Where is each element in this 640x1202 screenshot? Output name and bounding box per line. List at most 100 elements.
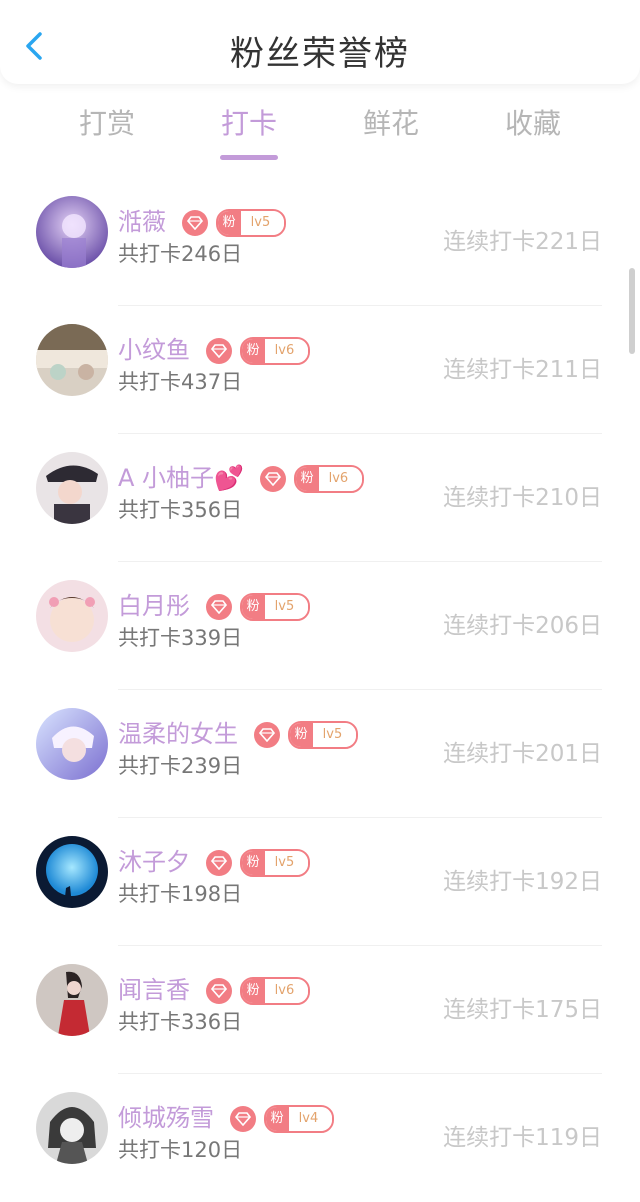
streak-checkin: 连续打卡206日 (443, 613, 602, 639)
fan-level-badge: 粉 lv6 (239, 977, 311, 1005)
fan-level-badge: 粉 lv6 (239, 337, 311, 365)
list-item[interactable]: 倾城殇雪 粉 lv4 共打卡120日 连续打卡119日 (0, 1074, 640, 1202)
list-item[interactable]: A 小柚子💕 粉 lv6 共打卡356日 连续打卡210日 (0, 434, 640, 562)
list-item[interactable]: 温柔的女生 粉 lv5 共打卡239日 连续打卡201日 (0, 690, 640, 818)
list-item[interactable]: 白月彤 粉 lv5 共打卡339日 连续打卡206日 (0, 562, 640, 690)
streak-checkin: 连续打卡175日 (443, 997, 602, 1023)
user-name-line: 白月彤 粉 lv5 (118, 586, 311, 621)
diamond-icon (181, 210, 208, 236)
level-label: lv6 (264, 339, 309, 363)
diamond-icon (205, 594, 232, 620)
user-name-line: A 小柚子💕 粉 lv6 (118, 458, 365, 493)
streak-checkin: 连续打卡211日 (443, 357, 602, 383)
emoji: 💕 (214, 464, 244, 492)
list-item[interactable]: 闻言香 粉 lv6 共打卡336日 连续打卡175日 (0, 946, 640, 1074)
level-label: lv5 (240, 211, 285, 235)
user-name: 湉薇 (118, 208, 166, 236)
list-item[interactable]: 湉薇 粉 lv5 共打卡246日 连续打卡221日 (0, 178, 640, 306)
total-checkin: 共打卡339日 (118, 626, 243, 650)
fan-level-badge: 粉 lv5 (239, 593, 311, 621)
badge-group: 粉 lv6 (205, 337, 311, 365)
fan-label: 粉 (241, 979, 265, 1003)
list-item[interactable]: 小纹鱼 粉 lv6 共打卡437日 连续打卡211日 (0, 306, 640, 434)
diamond-icon (229, 1106, 256, 1132)
user-name: 小纹鱼 (118, 336, 190, 364)
badge-group: 粉 lv5 (253, 721, 359, 749)
user-name: A 小柚子 (118, 464, 215, 492)
tab-label: 打卡 (220, 107, 277, 140)
level-label: lv5 (264, 595, 309, 619)
badge-group: 粉 lv5 (181, 209, 287, 237)
level-label: lv5 (264, 851, 309, 875)
scrollbar[interactable] (629, 268, 635, 354)
total-checkin: 共打卡198日 (118, 882, 243, 906)
user-name: 沐子夕 (118, 848, 190, 876)
user-name-line: 沐子夕 粉 lv5 (118, 842, 311, 877)
level-label: lv6 (318, 467, 363, 491)
fan-label: 粉 (265, 1107, 289, 1131)
level-label: lv4 (288, 1107, 333, 1131)
diamond-icon (205, 850, 232, 876)
diamond-icon (205, 978, 232, 1004)
level-label: lv6 (264, 979, 309, 1003)
level-label: lv5 (312, 723, 357, 747)
tab-flowers[interactable]: 鲜花 (336, 102, 446, 160)
streak-checkin: 连续打卡119日 (443, 1125, 602, 1151)
tab-checkin[interactable]: 打卡 (194, 102, 304, 160)
total-checkin: 共打卡437日 (118, 370, 243, 394)
streak-checkin: 连续打卡221日 (443, 229, 602, 255)
avatar[interactable] (36, 324, 108, 396)
fan-label: 粉 (289, 723, 313, 747)
fan-level-badge: 粉 lv5 (287, 721, 359, 749)
avatar[interactable] (36, 708, 108, 780)
fan-level-badge: 粉 lv6 (293, 465, 365, 493)
streak-checkin: 连续打卡201日 (443, 741, 602, 767)
tab-label: 鲜花 (362, 107, 419, 140)
list-item[interactable]: 沐子夕 粉 lv5 共打卡198日 连续打卡192日 (0, 818, 640, 946)
avatar[interactable] (36, 580, 108, 652)
user-name-line: 湉薇 粉 lv5 (118, 202, 287, 237)
fan-level-badge: 粉 lv5 (215, 209, 287, 237)
diamond-icon (205, 338, 232, 364)
avatar[interactable] (36, 1092, 108, 1164)
tab-favorites[interactable]: 收藏 (478, 102, 588, 160)
fan-label: 粉 (295, 467, 319, 491)
fan-label: 粉 (241, 339, 265, 363)
user-name-line: 闻言香 粉 lv6 (118, 970, 311, 1005)
avatar[interactable] (36, 452, 108, 524)
streak-checkin: 连续打卡210日 (443, 485, 602, 511)
total-checkin: 共打卡336日 (118, 1010, 243, 1034)
badge-group: 粉 lv4 (229, 1105, 335, 1133)
avatar[interactable] (36, 964, 108, 1036)
user-name-line: 小纹鱼 粉 lv6 (118, 330, 311, 365)
streak-checkin: 连续打卡192日 (443, 869, 602, 895)
fan-label: 粉 (241, 595, 265, 619)
fan-label: 粉 (241, 851, 265, 875)
total-checkin: 共打卡356日 (118, 498, 243, 522)
total-checkin: 共打卡239日 (118, 754, 243, 778)
page-title: 粉丝荣誉榜 (230, 34, 410, 74)
avatar[interactable] (36, 196, 108, 268)
badge-group: 粉 lv6 (259, 465, 365, 493)
top-bar: 粉丝荣誉榜 (0, 0, 640, 84)
user-name: 温柔的女生 (118, 720, 238, 748)
user-name-line: 温柔的女生 粉 lv5 (118, 714, 359, 749)
diamond-icon (259, 466, 286, 492)
diamond-icon (253, 722, 280, 748)
user-name: 闻言香 (118, 976, 190, 1004)
active-tab-indicator (220, 155, 278, 160)
avatar[interactable] (36, 836, 108, 908)
fan-label: 粉 (217, 211, 241, 235)
user-name-line: 倾城殇雪 粉 lv4 (118, 1098, 335, 1133)
badge-group: 粉 lv6 (205, 977, 311, 1005)
user-name: 白月彤 (118, 592, 190, 620)
user-name: 倾城殇雪 (118, 1104, 214, 1132)
tab-reward[interactable]: 打赏 (52, 102, 162, 160)
tab-bar: 打赏 打卡 鲜花 收藏 (0, 96, 640, 162)
tab-label: 收藏 (504, 107, 561, 140)
badge-group: 粉 lv5 (205, 849, 311, 877)
total-checkin: 共打卡120日 (118, 1138, 243, 1162)
tab-label: 打赏 (78, 107, 135, 140)
badge-group: 粉 lv5 (205, 593, 311, 621)
fan-level-badge: 粉 lv4 (263, 1105, 335, 1133)
